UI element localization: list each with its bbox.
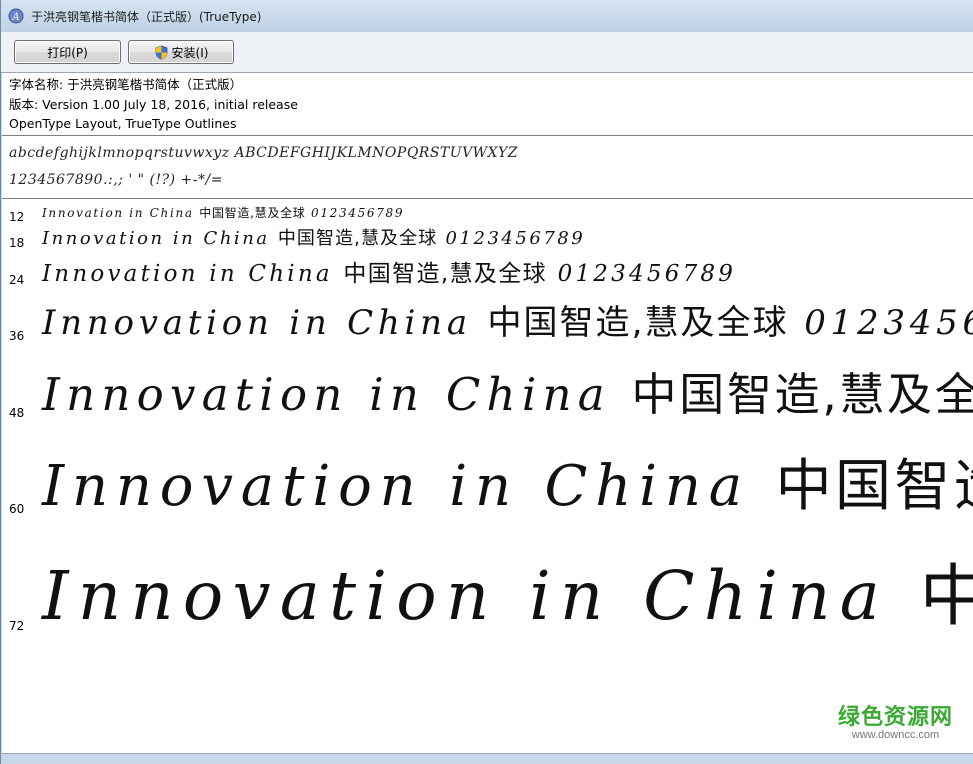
sample-digits: 0123456789 <box>804 303 973 343</box>
sample-row-48: 48 Innovation in China 中国智造,慧及全球 0123456… <box>2 360 973 420</box>
sample-text: Innovation in China 中国智造,慧及全球 0123456789 <box>42 207 404 219</box>
sample-text: Innovation in China 中国智造,慧及全球 0123456789 <box>42 372 973 417</box>
sample-cjk: 中国智造,慧及全球 <box>277 228 438 249</box>
sample-text: Innovation in China 中国智造,慧及全球 0123456789 <box>42 230 585 248</box>
sample-cjk: 中国智造,慧及全球 <box>631 368 973 421</box>
sample-cjk: 中国智造,慧及全球 <box>920 557 973 635</box>
sample-latin: Innovation in China <box>42 557 890 635</box>
sample-digits: 0123456789 <box>557 261 737 287</box>
print-button-label: 打印(P) <box>47 45 88 60</box>
font-name-line: 字体名称: 于洪亮钢笔楷书简体（正式版） <box>9 77 243 92</box>
install-button[interactable]: 安装(I) <box>128 40 234 64</box>
watermark-url: www.downcc.com <box>851 729 940 741</box>
watermark-logo-text: 绿色资源网 <box>837 705 953 730</box>
divider <box>2 135 973 136</box>
sample-latin: Innovation in China <box>42 454 751 519</box>
sample-text: Innovation in China 中国智造,慧及全球 0123456789 <box>42 263 736 286</box>
window-bottom-frame <box>1 753 973 764</box>
divider <box>2 198 973 199</box>
uac-shield-icon <box>155 45 167 60</box>
font-file-icon: A <box>8 8 24 24</box>
sample-row-36: 36 Innovation in China 中国智造,慧及全球 0123456… <box>2 300 973 343</box>
sample-cjk: 中国智造,慧及全球 <box>199 206 306 220</box>
size-label: 18 <box>9 236 25 250</box>
font-version-line: 版本: Version 1.00 July 18, 2016, initial … <box>9 96 298 112</box>
size-label: 36 <box>9 329 25 343</box>
sample-row-60: 60 Innovation in China 中国智造,慧及全球 0123456… <box>2 445 973 517</box>
sample-latin: Innovation in China <box>42 228 270 249</box>
site-watermark: 绿色资源网 www.downcc.com <box>838 699 953 741</box>
sample-digits: 0123456789 <box>311 206 405 220</box>
print-button[interactable]: 打印(P) <box>14 40 121 64</box>
window-title: 于洪亮钢笔楷书简体（正式版）(TrueType) <box>31 10 262 24</box>
install-button-label: 安装(I) <box>171 45 209 60</box>
sample-row-18: 18 Innovation in China 中国智造,慧及全球 0123456… <box>2 228 973 251</box>
font-type-line: OpenType Layout, TrueType Outlines <box>9 116 237 131</box>
sample-text: Innovation in China 中国智造,慧及全球 0123456789 <box>42 563 973 630</box>
toolbar: 打印(P) 安装(I) <box>1 32 973 73</box>
size-label: 24 <box>9 273 25 287</box>
size-label: 12 <box>9 210 25 224</box>
sample-cjk: 中国智造,慧及全球 <box>343 261 548 287</box>
sample-latin: Innovation in China <box>42 206 194 220</box>
charset-digits-symbols: 1234567890.:,; ' " (!?) +-*/= <box>9 172 223 188</box>
charset-letters: abcdefghijklmnopqrstuvwxyz ABCDEFGHIJKLM… <box>9 145 519 161</box>
title-bar[interactable]: A 于洪亮钢笔楷书简体（正式版）(TrueType) <box>1 0 973 33</box>
svg-text:A: A <box>11 12 19 23</box>
sample-row-24: 24 Innovation in China 中国智造,慧及全球 0123456… <box>2 260 973 288</box>
sample-row-72: 72 Innovation in China 中国智造,慧及全球 0123456… <box>2 549 973 634</box>
sample-text: Innovation in China 中国智造,慧及全球 0123456789 <box>42 459 973 515</box>
font-info: 字体名称: 于洪亮钢笔楷书简体（正式版） 版本: Version 1.00 Ju… <box>9 75 298 134</box>
sample-text: Innovation in China 中国智造,慧及全球 0123456789 <box>42 306 973 340</box>
size-label: 60 <box>9 502 25 516</box>
sample-latin: Innovation in China <box>42 368 611 421</box>
sample-cjk: 中国智造,慧及全球 <box>775 454 973 519</box>
sample-cjk: 中国智造,慧及全球 <box>487 303 789 343</box>
size-label: 72 <box>9 619 25 633</box>
font-preview-pane: 字体名称: 于洪亮钢笔楷书简体（正式版） 版本: Version 1.00 Ju… <box>2 73 973 753</box>
font-viewer-window: A 于洪亮钢笔楷书简体（正式版）(TrueType) 打印(P) 安装(I) 字… <box>0 0 973 764</box>
sample-digits: 0123456789 <box>445 228 586 249</box>
sample-latin: Innovation in China <box>42 261 333 287</box>
sample-latin: Innovation in China <box>42 303 472 343</box>
sample-row-12: 12 Innovation in China 中国智造,慧及全球 0123456… <box>2 206 973 224</box>
size-label: 48 <box>9 406 25 420</box>
